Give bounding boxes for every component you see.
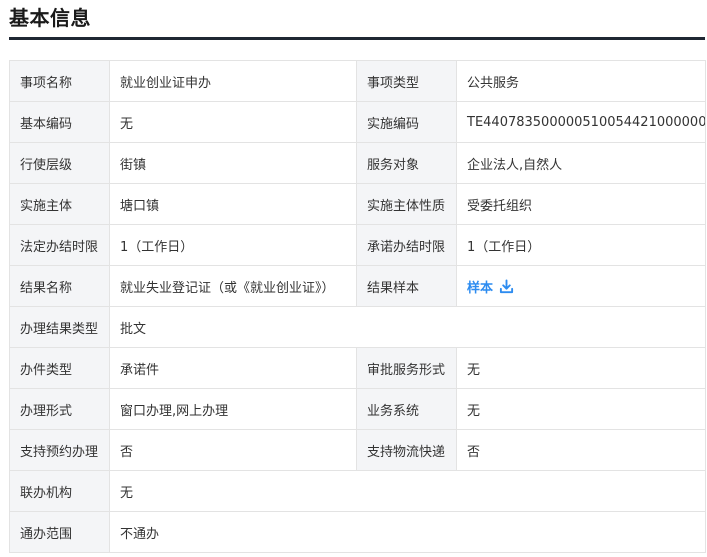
table-row: 通办范围 不通办 [9,511,706,553]
result-sample-link[interactable]: 样本 [467,277,514,296]
table-row: 联办机构 无 [9,470,706,512]
field-label: 业务系统 [356,388,457,430]
field-label: 实施主体 [9,183,110,225]
field-value: 无 [109,101,357,143]
table-row: 行使层级 街镇 服务对象 企业法人,自然人 [9,142,706,184]
field-value: 无 [109,470,706,512]
field-label: 行使层级 [9,142,110,184]
field-value: 无 [456,388,706,430]
field-label: 办理结果类型 [9,306,110,348]
field-label: 通办范围 [9,511,110,553]
table-row: 实施主体 塘口镇 实施主体性质 受委托组织 [9,183,706,225]
field-label: 审批服务形式 [356,347,457,389]
table-row: 结果名称 就业失业登记证（或《就业创业证》） 结果样本 样本 [9,265,706,307]
download-icon[interactable] [499,278,514,294]
field-value: 承诺件 [109,347,357,389]
basic-info-table: 事项名称 就业创业证申办 事项类型 公共服务 基本编码 无 实施编码 TE440… [9,60,706,553]
field-label: 承诺办结时限 [356,224,457,266]
table-row: 办理形式 窗口办理,网上办理 业务系统 无 [9,388,706,430]
field-value: 否 [456,429,706,471]
field-value: 受委托组织 [456,183,706,225]
table-row: 法定办结时限 1（工作日） 承诺办结时限 1（工作日） [9,224,706,266]
field-value: 街镇 [109,142,357,184]
field-value: 无 [456,347,706,389]
field-label: 事项类型 [356,60,457,102]
field-label: 服务对象 [356,142,457,184]
field-value: 塘口镇 [109,183,357,225]
field-label: 办理形式 [9,388,110,430]
table-row: 基本编码 无 实施编码 TE44078350000051005442100000… [9,101,706,143]
field-value: 不通办 [109,511,706,553]
field-label: 基本编码 [9,101,110,143]
field-label: 实施编码 [356,101,457,143]
result-sample-cell: 样本 [456,265,706,307]
field-value: 1（工作日） [109,224,357,266]
field-value: 批文 [109,306,706,348]
basic-info-panel: 基本信息 事项名称 就业创业证申办 事项类型 公共服务 基本编码 无 实施编码 … [0,0,707,557]
table-row: 办理结果类型 批文 [9,306,706,348]
table-row: 事项名称 就业创业证申办 事项类型 公共服务 [9,60,706,102]
field-label: 法定办结时限 [9,224,110,266]
field-value: TE440783500000510054421000000073 [456,101,706,143]
field-label: 实施主体性质 [356,183,457,225]
field-value: 窗口办理,网上办理 [109,388,357,430]
table-row: 支持预约办理 否 支持物流快递 否 [9,429,706,471]
result-sample-link-label: 样本 [467,280,494,296]
field-value: 公共服务 [456,60,706,102]
field-label: 支持物流快递 [356,429,457,471]
field-value: 就业失业登记证（或《就业创业证》） [109,265,357,307]
field-label: 结果名称 [9,265,110,307]
field-label: 联办机构 [9,470,110,512]
field-value: 否 [109,429,357,471]
field-value: 企业法人,自然人 [456,142,706,184]
field-label: 事项名称 [9,60,110,102]
table-row: 办件类型 承诺件 审批服务形式 无 [9,347,706,389]
title-divider [9,37,705,40]
field-value: 1（工作日） [456,224,706,266]
field-label: 结果样本 [356,265,457,307]
field-label: 支持预约办理 [9,429,110,471]
field-value: 就业创业证申办 [109,60,357,102]
section-title: 基本信息 [9,6,91,30]
field-label: 办件类型 [9,347,110,389]
